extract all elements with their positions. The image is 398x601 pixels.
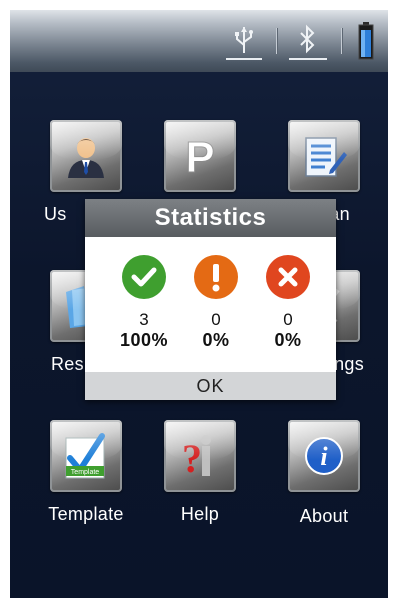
statistics-dialog: Statistics 3 100% 0 0% 0 0% OK <box>85 199 336 400</box>
pass-percent: 100% <box>119 330 169 350</box>
device-screen: Us P an Res tings Template Template ? He… <box>10 10 388 598</box>
app-label-about: About <box>299 506 349 526</box>
app-template[interactable]: Template Template <box>36 420 136 525</box>
app-label-help: Help <box>180 504 220 524</box>
svg-text:Template: Template <box>71 469 100 476</box>
app-label-template: Template <box>48 504 124 524</box>
app-p[interactable]: P <box>150 120 250 192</box>
usb-icon <box>229 23 259 62</box>
dialog-title: Statistics <box>85 199 336 237</box>
status-bar <box>10 10 388 72</box>
battery-icon <box>358 22 374 65</box>
svg-text:?: ? <box>182 436 202 480</box>
warning-count: 0 <box>211 310 221 329</box>
scan-tile[interactable] <box>288 120 360 192</box>
x-icon <box>266 255 310 299</box>
usb-underline <box>226 58 262 60</box>
fail-percent: 0% <box>274 330 302 350</box>
exclamation-icon <box>194 255 238 299</box>
bluetooth-icon <box>295 23 319 62</box>
status-separator <box>341 28 342 54</box>
user-tile[interactable] <box>50 120 122 192</box>
stat-fail: 0 0% <box>258 255 318 350</box>
ok-button[interactable]: OK <box>85 372 336 400</box>
help-tile[interactable]: ? <box>164 420 236 492</box>
template-tile[interactable]: Template <box>50 420 122 492</box>
bluetooth-underline <box>289 58 327 60</box>
stat-pass: 3 100% <box>114 255 174 350</box>
pass-count: 3 <box>139 310 149 329</box>
svg-text:i: i <box>320 442 328 471</box>
fail-count: 0 <box>283 310 293 329</box>
app-help[interactable]: ? Help <box>150 420 250 525</box>
stat-warning: 0 0% <box>186 255 246 350</box>
svg-text:P: P <box>185 133 214 180</box>
about-tile[interactable]: i <box>288 420 360 492</box>
p-tile[interactable]: P <box>164 120 236 192</box>
app-about[interactable]: i About <box>274 420 374 527</box>
warning-percent: 0% <box>202 330 230 350</box>
check-icon <box>122 255 166 299</box>
status-separator <box>276 28 277 54</box>
